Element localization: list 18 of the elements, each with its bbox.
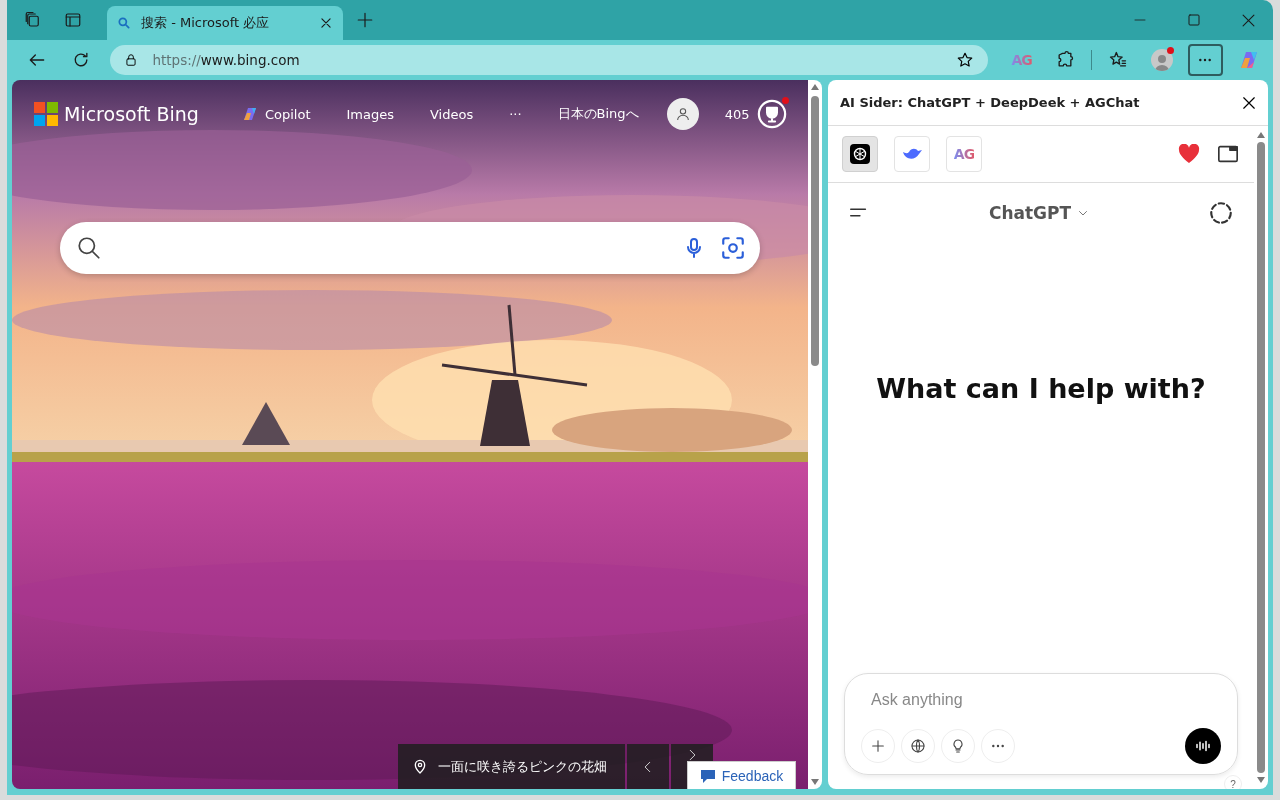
nav-link[interactable]: Copilot <box>222 105 329 123</box>
caption-text: 一面に咲き誇るピンクの花畑 <box>438 757 607 776</box>
points-count: 405 <box>724 106 750 122</box>
model-selector[interactable]: ChatGPT <box>988 203 1090 223</box>
panel-title: AI Sider: ChatGPT + DeepDeek + AGChat <box>840 95 1141 110</box>
brand-name[interactable]: Microsoft Bing <box>64 103 199 125</box>
heading: What can I help with? <box>875 373 1207 404</box>
feedback-button[interactable]: Feedback <box>687 761 796 789</box>
address-bar[interactable]: https://www.bing.com <box>110 45 988 75</box>
sider-tab[interactable]: AG <box>946 136 982 172</box>
nav-link[interactable]: Videos <box>412 106 492 122</box>
composer-box[interactable]: Ask anything <box>844 673 1238 775</box>
help-button[interactable]: ? <box>1224 775 1242 789</box>
nav-link[interactable]: 日本のBingへ <box>539 105 657 123</box>
nav-link[interactable]: ··· <box>491 106 540 122</box>
browser-tab[interactable]: 搜索 - Microsoft 必应 <box>107 6 343 40</box>
image-caption[interactable]: 一面に咲き誇るピンクの花畑 <box>398 744 625 789</box>
nav-link[interactable]: Images <box>328 106 412 122</box>
